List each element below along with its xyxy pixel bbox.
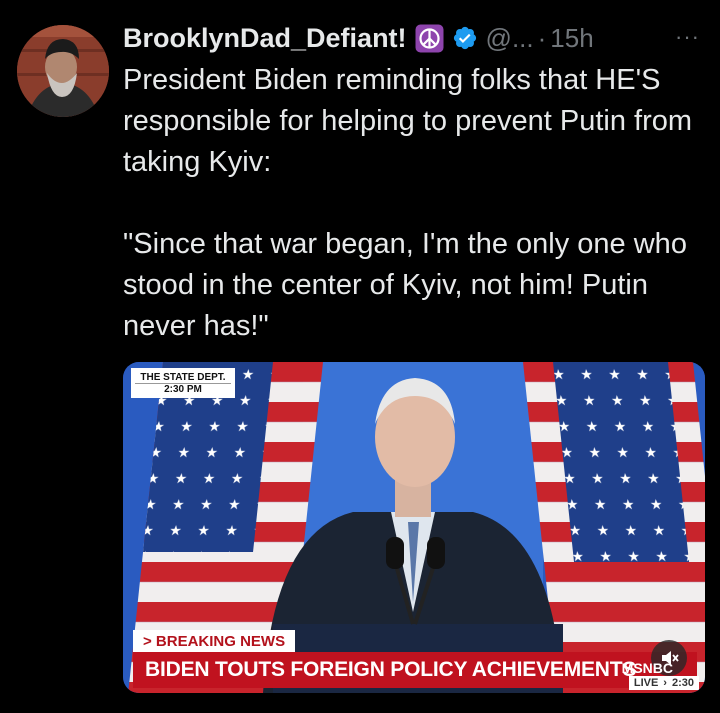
bug-time: 2:30 PM — [164, 383, 202, 395]
live-arrow: › — [663, 677, 667, 689]
live-time: 2:30 — [671, 677, 694, 689]
verified-badge-icon[interactable] — [452, 25, 478, 51]
avatar[interactable] — [17, 25, 109, 117]
live-indicator: LIVE › 2:30 — [628, 676, 699, 690]
user-handle[interactable]: @... — [486, 23, 534, 54]
tweet-text-paragraph-2: "Since that war began, I'm the only one … — [123, 228, 687, 342]
tweet-text-paragraph-1: President Biden reminding folks that HE'… — [123, 64, 693, 178]
time-location-bug: THE STATE DEPT. 2:30 PM — [131, 368, 235, 398]
network-logo: MSNBC — [621, 660, 673, 676]
timestamp[interactable]: 15h — [550, 23, 593, 54]
tweet-text: President Biden reminding folks that HE'… — [123, 60, 703, 347]
bug-location: THE STATE DEPT. — [135, 372, 231, 384]
tweet-header: BrooklynDad_Defiant! @... · 15h ··· — [123, 18, 700, 58]
peace-sign-icon — [415, 24, 444, 53]
news-chyron: BIDEN TOUTS FOREIGN POLICY ACHIEVEMENTS — [133, 652, 697, 688]
avatar-image — [17, 25, 109, 117]
breaking-news-tag: > BREAKING NEWS — [133, 630, 296, 652]
live-label: LIVE — [633, 677, 659, 689]
separator-dot: · — [537, 22, 547, 53]
tweet-video[interactable]: ★ THE STATE DEPT. 2:30 PM > B — [123, 362, 705, 693]
display-name[interactable]: BrooklynDad_Defiant! — [123, 23, 407, 54]
more-options-icon[interactable]: ··· — [675, 24, 700, 50]
